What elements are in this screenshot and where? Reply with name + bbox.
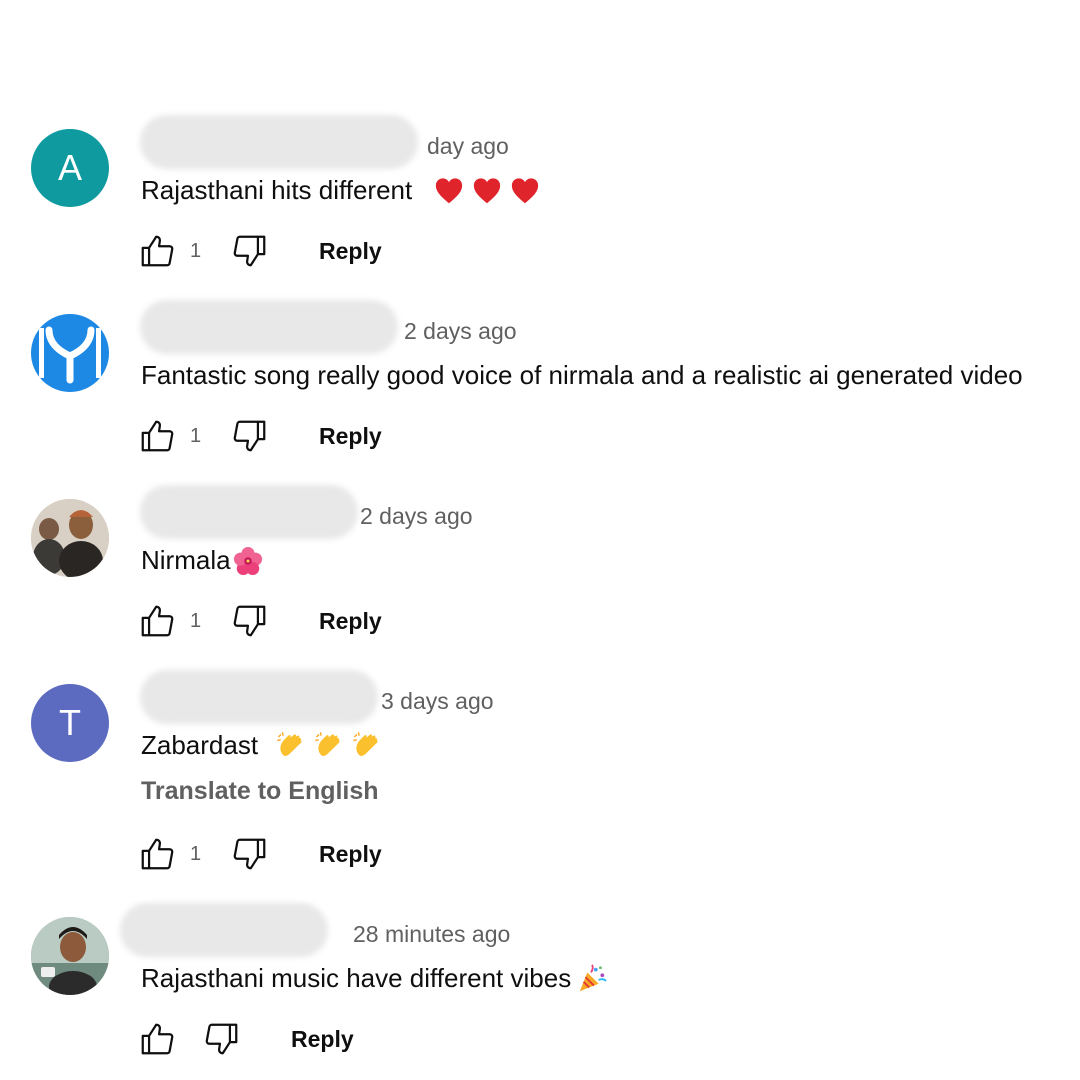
thumbs-down-icon: [205, 1023, 238, 1055]
thumbs-down-icon: [233, 235, 266, 267]
comment-actions: 1 Reply: [137, 231, 382, 271]
comment-timestamp[interactable]: 28 minutes ago: [353, 921, 510, 948]
like-button[interactable]: [137, 231, 177, 271]
hibiscus-icon: [233, 546, 262, 575]
redacted-username: [140, 115, 418, 169]
like-button[interactable]: [137, 834, 177, 874]
comment-text-row: Fantastic song really good voice of nirm…: [141, 360, 1023, 391]
comment-text: Nirmala: [141, 545, 231, 575]
like-count: 1: [190, 424, 202, 447]
party-popper-icon: [580, 963, 607, 991]
photo-avatar-icon: [31, 917, 109, 995]
reply-button[interactable]: Reply: [319, 841, 382, 868]
thumbs-up-icon: [141, 605, 174, 637]
avatar-letter: T: [59, 702, 81, 743]
thumbs-up-icon: [141, 235, 174, 267]
red-heart-icon: [474, 177, 501, 203]
comment-text-row: Nirmala: [141, 545, 263, 576]
comment-text-row: Rajasthani hits different: [141, 175, 540, 206]
comment-actions: 1 Reply: [137, 416, 382, 456]
comment-item: 2 days ago Nirmala 1 Reply: [0, 485, 1080, 659]
avatar[interactable]: [31, 499, 109, 577]
like-button[interactable]: [137, 1019, 177, 1059]
y-logo-avatar-icon: [33, 316, 107, 390]
dislike-button[interactable]: [202, 1019, 242, 1059]
dislike-button[interactable]: [230, 231, 270, 271]
avatar[interactable]: A: [31, 129, 109, 207]
like-count: 1: [190, 239, 202, 262]
redacted-username: [140, 670, 378, 724]
thumbs-up-icon: [141, 420, 174, 452]
comment-timestamp[interactable]: 2 days ago: [360, 503, 473, 530]
thumbs-up-icon: [141, 838, 174, 870]
clapping-hands-icon: [353, 731, 378, 756]
comment-actions: 1 Reply: [137, 834, 382, 874]
comment-timestamp[interactable]: 2 days ago: [404, 318, 517, 345]
comment-actions: Reply: [137, 1019, 354, 1059]
comment-text-row: Rajasthani music have different vibes: [141, 963, 607, 994]
redacted-username: [120, 903, 328, 957]
dislike-button[interactable]: [230, 416, 270, 456]
avatar[interactable]: T: [31, 684, 109, 762]
avatar-letter: A: [57, 147, 82, 188]
like-button[interactable]: [137, 416, 177, 456]
avatar[interactable]: [31, 314, 109, 392]
like-button[interactable]: [137, 601, 177, 641]
translate-link[interactable]: Translate to English: [141, 777, 379, 806]
comment-item: 28 minutes ago Rajasthani music have dif…: [0, 903, 1080, 1077]
comment-timestamp[interactable]: day ago: [427, 133, 509, 160]
avatar[interactable]: [31, 917, 109, 995]
clapping-hands-icon: [315, 731, 340, 756]
comment-item: T 3 days ago Zabardast Translate to Engl…: [0, 670, 1080, 870]
like-count: 1: [190, 842, 202, 865]
comment-text-row: Zabardast: [141, 730, 382, 761]
comment-text: Rajasthani hits different: [141, 175, 413, 205]
comment-text: Fantastic song really good voice of nirm…: [141, 360, 1023, 390]
dislike-button[interactable]: [230, 834, 270, 874]
comment-text: Zabardast: [141, 730, 259, 760]
reply-button[interactable]: Reply: [319, 238, 382, 265]
photo-avatar-icon: [31, 499, 109, 577]
dislike-button[interactable]: [230, 601, 270, 641]
thumbs-up-icon: [141, 1023, 174, 1055]
reply-button[interactable]: Reply: [319, 608, 382, 635]
comment-item: A day ago Rajasthani hits different 1 Re…: [0, 115, 1080, 289]
red-heart-icon: [436, 177, 463, 203]
comment-timestamp[interactable]: 3 days ago: [381, 688, 494, 715]
comment-actions: 1 Reply: [137, 601, 382, 641]
red-heart-icon: [512, 177, 539, 203]
comment-item: 2 days ago Fantastic song really good vo…: [0, 300, 1080, 474]
thumbs-down-icon: [233, 420, 266, 452]
reply-button[interactable]: Reply: [291, 1026, 354, 1053]
reply-button[interactable]: Reply: [319, 423, 382, 450]
redacted-username: [140, 485, 358, 539]
clapping-hands-icon: [277, 731, 302, 756]
redacted-username: [140, 300, 398, 354]
comment-text: Rajasthani music have different vibes: [141, 963, 572, 993]
like-count: 1: [190, 609, 202, 632]
thumbs-down-icon: [233, 838, 266, 870]
thumbs-down-icon: [233, 605, 266, 637]
